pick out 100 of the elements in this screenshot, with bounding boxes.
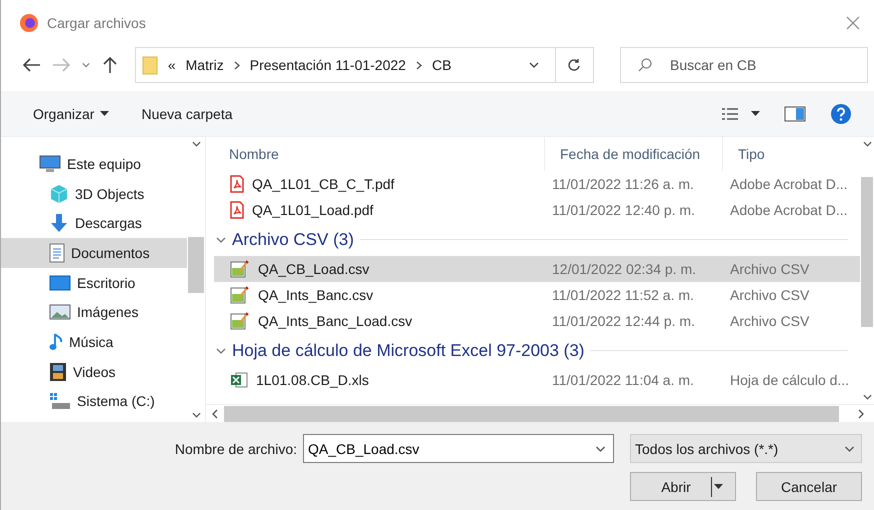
pdf-icon bbox=[230, 201, 244, 219]
column-header[interactable]: Fecha de modificación bbox=[544, 137, 722, 171]
sidebar-item[interactable]: Documentos bbox=[1, 238, 187, 268]
breadcrumb[interactable]: Presentación 11-01-2022 bbox=[250, 57, 406, 73]
chevron-down-icon bbox=[216, 348, 226, 354]
date-cell-text: 11/01/2022 12:40 p. m. bbox=[551, 202, 696, 218]
sidebar-item[interactable]: Descargas bbox=[1, 208, 187, 238]
list-view-icon bbox=[721, 106, 739, 120]
music-note-icon bbox=[49, 332, 63, 352]
scroll-thumb[interactable] bbox=[188, 237, 204, 293]
sidebar-label: Música bbox=[69, 334, 114, 350]
sidebar-item[interactable]: Videos bbox=[1, 356, 187, 386]
type-cell-text: Adobe Acrobat D... bbox=[729, 176, 849, 192]
breadcrumb[interactable]: CB bbox=[432, 57, 452, 73]
sidebar-label: Imágenes bbox=[77, 304, 138, 320]
notepad-icon bbox=[230, 260, 250, 278]
sidebar-label: Escritorio bbox=[77, 274, 136, 291]
chevron-down-icon bbox=[595, 446, 606, 452]
caret-icon bbox=[100, 111, 110, 116]
type-cell-text: Archivo CSV bbox=[729, 261, 810, 277]
type-cell-text: Archivo CSV bbox=[729, 313, 810, 329]
sidebar-label: Este equipo bbox=[67, 156, 141, 172]
sidebar-label: Descargas bbox=[75, 215, 142, 232]
file-name: QA_Ints_Banc_Load.csv bbox=[258, 313, 412, 329]
file-row[interactable]: QA_1L01_CB_C_T.pdf 11/01/2022 11:26 a. m. Adobe Acrobat D... bbox=[214, 171, 860, 197]
sidebar-item[interactable]: Este equipo bbox=[1, 149, 187, 179]
folder-icon bbox=[142, 55, 158, 75]
close-icon bbox=[846, 16, 860, 30]
group-header[interactable]: Hoja de cálculo de Microsoft Excel 97-2003 (3) bbox=[232, 340, 584, 360]
window-title: Cargar archivos bbox=[47, 14, 147, 30]
file-name: QA_CB_Load.csv bbox=[258, 261, 370, 277]
file-row[interactable]: QA_1L01_Load.pdf 11/01/2022 12:40 p. m. Adobe Acrobat D... bbox=[214, 197, 860, 223]
scroll-thumb[interactable] bbox=[861, 177, 873, 327]
filename-field[interactable]: QA_CB_Load.csv bbox=[303, 434, 614, 463]
file-row[interactable]: QA_Ints_Banc_Load.csv 11/01/2022 12:44 p. m. Archivo CSV bbox=[214, 308, 860, 334]
file-row[interactable]: 1L01.08.CB_D.xls 11/01/2022 11:04 a. m. Hoja de cálculo d... bbox=[214, 367, 860, 393]
open-button[interactable]: Abrir bbox=[630, 472, 736, 501]
sidebar-item[interactable]: Imágenes bbox=[1, 297, 187, 328]
chevron-down-icon bbox=[82, 62, 90, 68]
caret-icon bbox=[751, 111, 760, 116]
file-name: QA_1L01_CB_C_T.pdf bbox=[252, 176, 394, 192]
pdf-icon bbox=[230, 175, 244, 193]
new-folder-button[interactable]: Nueva carpeta bbox=[129, 106, 245, 122]
date-cell-text: 11/01/2022 11:52 a. m. bbox=[551, 287, 695, 303]
file-name: QA_Ints_Banc.csv bbox=[258, 287, 374, 303]
type-cell-text: Archivo CSV bbox=[729, 287, 810, 303]
organize-button[interactable]: Organizar bbox=[21, 106, 122, 122]
filename-label: Nombre de archivo: bbox=[174, 440, 297, 456]
chevron-left-icon bbox=[212, 408, 218, 418]
column-header[interactable]: Nombre bbox=[214, 137, 544, 171]
sidebar-item[interactable]: Escritorio bbox=[1, 268, 187, 298]
sidebar-label: Sistema (C:) bbox=[77, 393, 155, 410]
chevron-right-icon bbox=[858, 408, 864, 418]
help-icon bbox=[830, 102, 852, 124]
chevron-down-icon bbox=[862, 394, 872, 400]
pictures-icon bbox=[49, 304, 71, 320]
sidebar-item[interactable]: Música bbox=[1, 327, 187, 357]
desktop-icon bbox=[49, 274, 71, 291]
scroll-thumb[interactable] bbox=[224, 406, 839, 422]
sidebar-label: 3D Objects bbox=[75, 186, 144, 202]
file-row[interactable]: QA_CB_Load.csv 12/01/2022 02:34 p. m. Archivo CSV bbox=[214, 256, 860, 282]
chevron-down-icon bbox=[192, 412, 200, 418]
chevron-right-icon bbox=[234, 60, 240, 70]
chevron-down-icon bbox=[528, 62, 540, 68]
chevron-down-icon bbox=[216, 236, 226, 242]
search-icon bbox=[638, 58, 652, 72]
type-cell-text: Hoja de cálculo d... bbox=[729, 372, 850, 388]
sidebar-item[interactable]: Sistema (C:) bbox=[1, 386, 187, 416]
search-field[interactable]: Buscar en CB bbox=[620, 47, 868, 83]
computer-icon bbox=[39, 154, 61, 173]
cancel-button[interactable]: Cancelar bbox=[756, 472, 862, 501]
refresh-icon bbox=[567, 58, 582, 72]
date-cell-text: 11/01/2022 11:04 a. m. bbox=[551, 372, 695, 388]
chevron-right-icon bbox=[416, 60, 422, 70]
file-name: QA_1L01_Load.pdf bbox=[252, 202, 374, 218]
type-cell-text: Adobe Acrobat D... bbox=[729, 202, 849, 218]
date-cell-text: 12/01/2022 02:34 p. m. bbox=[551, 261, 697, 277]
document-icon bbox=[49, 242, 65, 263]
breadcrumb[interactable]: Matriz bbox=[186, 57, 224, 73]
overflow-crumb[interactable]: « bbox=[168, 57, 176, 73]
notepad-icon bbox=[230, 312, 250, 330]
film-icon bbox=[49, 362, 67, 382]
download-icon bbox=[49, 213, 69, 234]
pane-icon bbox=[784, 106, 806, 122]
browser-logo-icon bbox=[19, 12, 39, 32]
file-name: 1L01.08.CB_D.xls bbox=[256, 372, 369, 388]
date-cell-text: 11/01/2022 11:26 a. m. bbox=[551, 176, 695, 192]
caret-icon bbox=[714, 484, 723, 489]
drive-icon bbox=[49, 392, 71, 410]
sidebar-label: Videos bbox=[73, 364, 116, 380]
sidebar-item[interactable]: 3D Objects bbox=[1, 178, 187, 208]
spreadsheet-icon bbox=[230, 371, 248, 389]
file-type-dropdown[interactable]: Todos los archivos (*.*) bbox=[630, 434, 862, 463]
date-cell-text: 11/01/2022 12:44 p. m. bbox=[551, 313, 696, 329]
notepad-icon bbox=[230, 286, 250, 304]
group-header[interactable]: Archivo CSV (3) bbox=[232, 230, 354, 250]
chevron-down-icon bbox=[844, 446, 855, 452]
horizontal-scrollbar[interactable] bbox=[206, 404, 874, 422]
cube-icon bbox=[49, 184, 69, 204]
file-row[interactable]: QA_Ints_Banc.csv 11/01/2022 11:52 a. m. Archivo CSV bbox=[214, 282, 860, 308]
